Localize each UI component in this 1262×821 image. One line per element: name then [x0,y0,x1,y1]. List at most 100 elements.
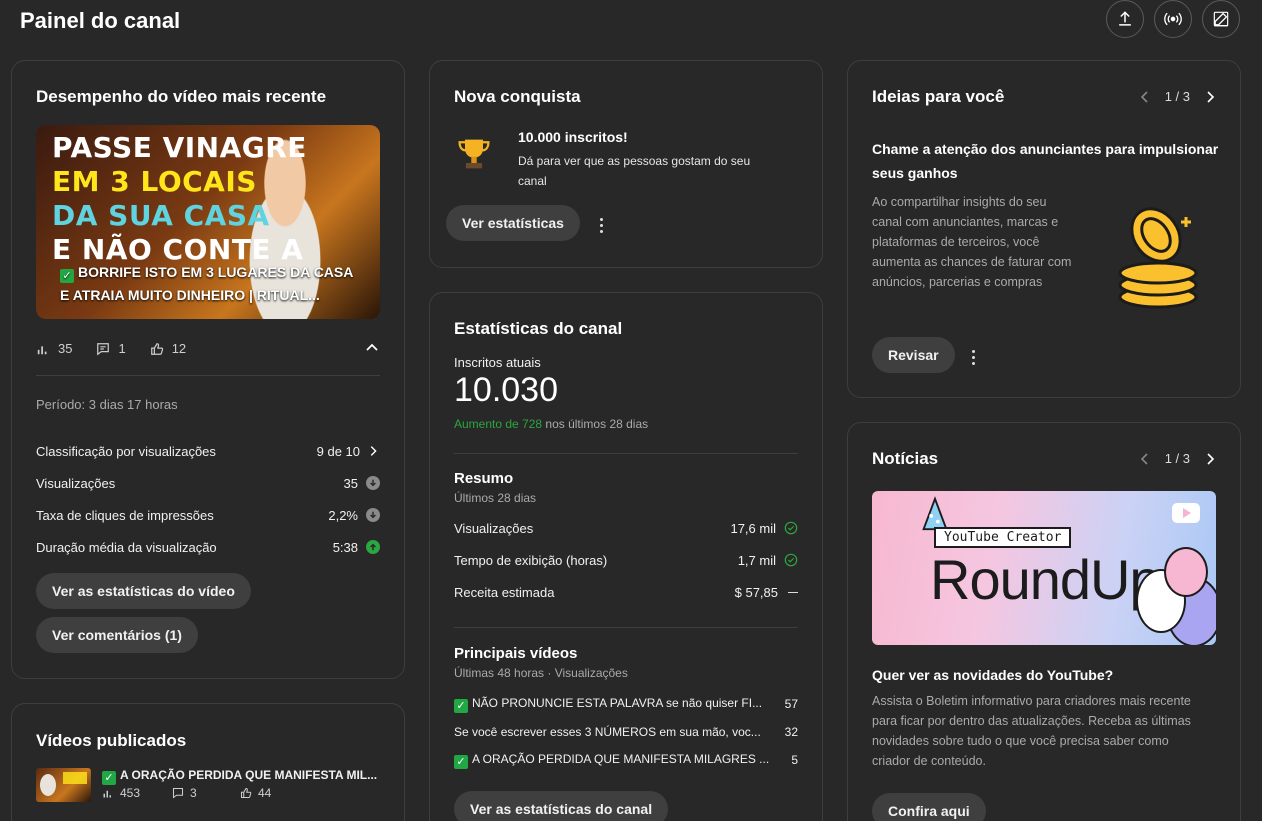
chevron-right-icon [370,446,377,456]
divider [36,375,380,376]
more-options-icon[interactable] [964,346,983,369]
published-video-stats: 453 3 44 [102,786,271,800]
achievement-title: 10.000 inscritos! [518,129,628,145]
chevron-right-icon[interactable] [1204,90,1216,103]
achievement-desc: Dá para ver que as pessoas gostam do seu… [518,154,751,188]
divider [454,453,798,454]
page-title: Painel do canal [20,8,181,33]
coins-icon [1118,207,1198,309]
news-pager: 1 / 3 [1139,451,1216,466]
ideas-card: Ideias para você 1 / 3 Chame a atenção d… [847,60,1241,398]
summary-subtitle: Últimos 28 dias [454,491,537,505]
channel-stats-button[interactable]: Ver as estatísticas do canal [454,791,669,821]
published-video-title[interactable]: ✓ A ORAÇÃO PERDIDA QUE MANIFESTA MIL... [102,768,377,785]
collapse-button[interactable] [364,339,380,358]
youtube-logo-icon [1172,503,1200,523]
news-card: Notícias 1 / 3 YouTube Creator RoundUp Q… [847,422,1241,821]
news-description: Assista o Boletim informativo para criad… [872,694,1191,768]
thumbs-up-icon [150,342,163,355]
top-video-row[interactable]: ✓ A ORAÇÃO PERDIDA QUE MANIFESTA MILAGRES… [454,746,798,774]
metric-row[interactable]: Classificação por visualizações 9 de 10 [36,435,380,467]
summary-row: Receita estimada $ 57,85 [454,576,798,608]
latest-video-card: Desempenho do vídeo mais recente PASSE V… [11,60,405,679]
comment-icon [172,787,184,799]
video-thumbnail[interactable] [36,768,91,802]
comment-icon [97,342,110,355]
views-count: 35 [58,341,73,356]
summary-row: Tempo de exibição (horas) 1,7 mil [454,544,798,576]
balloon-icon [1164,547,1208,597]
idea-description: Ao compartilhar insights do seu canal co… [872,195,1072,289]
check-it-out-button[interactable]: Confira aqui [872,793,986,821]
card-heading: Desempenho do vídeo mais recente [36,87,327,106]
news-title: Quer ver as novidades do YouTube? [872,667,1114,683]
subscribers-label: Inscritos atuais [454,355,541,370]
trophy-icon [458,139,490,169]
metric-row: Taxa de cliques de impressões 2,2% [36,499,380,531]
summary-metrics: Visualizações 17,6 mil Tempo de exibição… [454,512,798,608]
video-quick-stats: 35 1 12 [36,339,380,358]
check-icon: ✓ [102,771,116,785]
edit-icon [1213,11,1229,27]
upload-button[interactable] [1106,0,1144,38]
summary-row: Visualizações 17,6 mil [454,512,798,544]
broadcast-icon [1164,12,1182,26]
bar-chart-icon [103,790,111,798]
news-banner-subtitle: YouTube Creator [934,527,1072,548]
video-stats-button[interactable]: Ver as estatísticas do vídeo [36,573,251,609]
dash-icon [788,591,798,593]
top-videos-title: Principais vídeos [454,645,578,662]
likes-count: 12 [171,341,187,356]
ideas-pager: 1 / 3 [1139,89,1216,104]
upload-icon [1119,11,1131,26]
check-icon: ✓ [60,269,74,283]
card-heading: Vídeos publicados [36,731,187,750]
more-options-icon[interactable] [592,214,611,237]
card-heading: Notícias [872,449,939,468]
top-videos-list: ✓ NÃO PRONUNCIE ESTA PALAVRA se não quise… [454,690,798,774]
view-stats-button[interactable]: Ver estatísticas [446,205,580,241]
arrow-up-icon [366,540,380,554]
news-banner-title: RoundUp [930,548,1161,611]
video-title: ✓ BORRIFE ISTO EM 3 LUGARES DA CASA E ATR… [60,264,354,303]
news-banner[interactable]: YouTube Creator RoundUp [872,491,1216,645]
review-button[interactable]: Revisar [872,337,955,373]
check-icon: ✓ [454,754,468,769]
go-live-button[interactable] [1154,0,1192,38]
idea-title: Chame a atenção dos anunciantes para imp… [872,141,1219,181]
chevron-up-icon [366,343,378,351]
period-text: Período: 3 dias 17 horas [36,397,178,412]
top-videos-subtitle: Últimas 48 horas · Visualizações [454,666,628,680]
create-post-button[interactable] [1202,0,1240,38]
thumbs-up-icon [240,787,252,799]
check-circle-icon [784,521,798,535]
video-metrics: Classificação por visualizações 9 de 10 … [36,435,380,563]
comments-button[interactable]: Ver comentários (1) [36,617,198,653]
arrow-down-icon [366,508,380,522]
card-heading: Ideias para você [872,87,1005,106]
arrow-down-icon [366,476,380,490]
card-heading: Nova conquista [454,87,581,106]
achievement-card: Nova conquista 10.000 inscritos! Dá para… [429,60,823,268]
thumbnail-text: PASSE VINAGRE EM 3 LOCAIS DA SUA CASA E … [52,131,307,266]
card-heading: Estatísticas do canal [454,319,623,338]
header-actions [1106,0,1240,38]
chevron-left-icon[interactable] [1139,452,1151,465]
chevron-left-icon[interactable] [1139,90,1151,103]
top-video-row[interactable]: Se você escrever esses 3 NÚMEROS em sua … [454,718,798,746]
published-videos-card: Vídeos publicados ✓ A ORAÇÃO PERDIDA QUE … [11,703,405,821]
subscribers-value: 10.030 [454,371,558,409]
divider [454,627,798,628]
summary-title: Resumo [454,470,514,487]
bar-chart-icon [37,345,47,354]
metric-row: Duração média da visualização 5:38 [36,531,380,563]
top-video-row[interactable]: ✓ NÃO PRONUNCIE ESTA PALAVRA se não quise… [454,690,798,718]
metric-row: Visualizações 35 [36,467,380,499]
chevron-right-icon[interactable] [1204,452,1216,465]
channel-stats-card: Estatísticas do canal Inscritos atuais 1… [429,292,823,821]
check-icon: ✓ [454,698,468,713]
comments-count: 1 [118,341,126,356]
video-thumbnail[interactable]: PASSE VINAGRE EM 3 LOCAIS DA SUA CASA E … [36,125,380,319]
check-circle-icon [784,553,798,567]
subscribers-increase: Aumento de 728 nos últimos 28 dias [454,417,649,431]
